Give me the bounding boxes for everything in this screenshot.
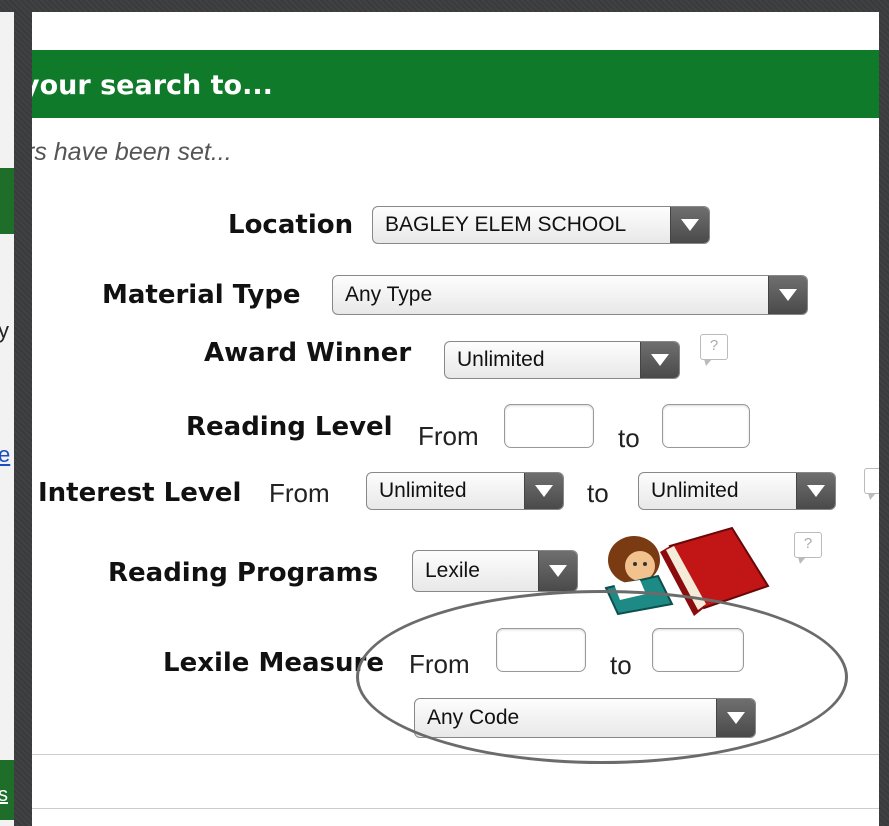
panel-title: your search to... bbox=[32, 70, 273, 101]
chevron-down-icon bbox=[640, 342, 679, 378]
background-text-fragment: y bbox=[0, 318, 9, 343]
interest-level-to-value: Unlimited bbox=[651, 479, 739, 502]
award-winner-select-value: Unlimited bbox=[457, 348, 545, 371]
background-green-block bbox=[0, 168, 14, 234]
section-divider bbox=[32, 808, 879, 809]
interest-level-from-value: Unlimited bbox=[379, 479, 467, 502]
chevron-down-icon bbox=[524, 473, 563, 509]
material-type-select-value: Any Type bbox=[345, 283, 433, 306]
material-type-label: Material Type bbox=[102, 280, 301, 310]
lexile-measure-label: Lexile Measure bbox=[163, 648, 384, 678]
award-winner-select[interactable]: Unlimited bbox=[444, 341, 680, 379]
chevron-down-icon bbox=[670, 207, 709, 243]
reading-programs-help-icon[interactable]: ? bbox=[794, 532, 822, 564]
award-winner-help-icon[interactable]: ? bbox=[700, 334, 728, 366]
reading-programs-select-value: Lexile bbox=[425, 559, 480, 582]
background-link-fragment[interactable]: s bbox=[0, 784, 8, 807]
background-link-fragment[interactable]: e bbox=[0, 442, 10, 468]
reading-programs-label: Reading Programs bbox=[108, 558, 379, 588]
award-winner-label: Award Winner bbox=[204, 338, 412, 368]
reading-level-to-input[interactable] bbox=[662, 404, 750, 448]
interest-level-label: Interest Level bbox=[38, 478, 242, 508]
interest-level-to-text: to bbox=[587, 478, 609, 508]
location-select-value: BAGLEY ELEM SCHOOL bbox=[385, 213, 627, 236]
reading-programs-select[interactable]: Lexile bbox=[412, 550, 578, 592]
panel-header: your search to... bbox=[32, 50, 879, 118]
limits-status-text: rs have been set... bbox=[32, 138, 232, 166]
location-label: Location bbox=[228, 210, 354, 240]
chevron-down-icon bbox=[796, 473, 835, 509]
reading-level-label: Reading Level bbox=[186, 412, 393, 442]
location-select[interactable]: BAGLEY ELEM SCHOOL bbox=[372, 206, 710, 244]
chevron-down-icon bbox=[538, 551, 577, 591]
interest-level-from-text: From bbox=[269, 478, 330, 508]
interest-level-to-select[interactable]: Unlimited bbox=[638, 472, 836, 510]
section-divider bbox=[32, 754, 879, 755]
reading-level-from-input[interactable] bbox=[504, 404, 594, 448]
material-type-select[interactable]: Any Type bbox=[332, 275, 808, 315]
chevron-down-icon bbox=[768, 276, 807, 314]
interest-level-help-icon[interactable] bbox=[864, 468, 879, 500]
interest-level-from-select[interactable]: Unlimited bbox=[366, 472, 564, 510]
background-window-strip: y e s bbox=[0, 12, 14, 826]
highlight-annotation-oval bbox=[356, 590, 848, 764]
reading-level-to-text: to bbox=[618, 423, 640, 453]
reading-level-from-text: From bbox=[418, 421, 479, 451]
